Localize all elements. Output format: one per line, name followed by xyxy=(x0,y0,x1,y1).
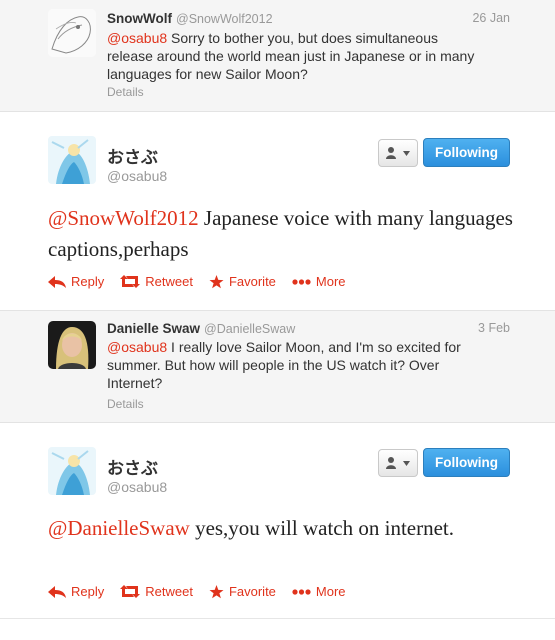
author-handle[interactable]: @SnowWolf2012 xyxy=(176,12,273,26)
user-icon xyxy=(386,457,396,469)
timestamp[interactable]: 26 Jan xyxy=(472,11,510,25)
author-handle[interactable]: @osabu8 xyxy=(107,479,167,495)
tweet-actions: Reply Retweet Favorite More xyxy=(48,274,362,289)
reply-button[interactable]: Reply xyxy=(48,584,104,599)
details-link[interactable]: Details xyxy=(107,85,144,99)
tweet-text: @osabu8 I really love Sailor Moon, and I… xyxy=(107,339,461,391)
caret-down-icon xyxy=(403,150,410,156)
retweet-icon xyxy=(120,585,141,598)
author-name[interactable]: Danielle Swaw @DanielleSwaw xyxy=(107,321,295,336)
conversation-tweet-danielleswaw[interactable]: Danielle Swaw @DanielleSwaw 3 Feb @osabu8… xyxy=(0,310,555,423)
mention-link[interactable]: @osabu8 xyxy=(107,30,167,46)
user-icon xyxy=(386,147,396,159)
conversation-tweet-snowwolf[interactable]: SnowWolf @SnowWolf2012 26 Jan @osabu8 Sor… xyxy=(0,0,555,112)
author-name[interactable]: SnowWolf @SnowWolf2012 xyxy=(107,11,273,26)
favorite-icon xyxy=(209,584,224,598)
favorite-icon xyxy=(209,274,224,288)
avatar[interactable] xyxy=(48,9,96,57)
mention-link[interactable]: @SnowWolf2012 xyxy=(48,206,199,230)
following-button[interactable]: Following xyxy=(423,138,510,167)
avatar[interactable] xyxy=(48,136,96,184)
tweet-actions: Reply Retweet Favorite More xyxy=(48,584,362,599)
more-button[interactable]: More xyxy=(292,274,346,289)
tweet-text: @DanielleSwaw yes,you will watch on inte… xyxy=(48,516,455,540)
caret-down-icon xyxy=(403,460,410,466)
mention-link[interactable]: @DanielleSwaw xyxy=(48,516,190,540)
author-name[interactable]: おさぶ xyxy=(107,454,158,479)
more-icon xyxy=(292,278,311,285)
retweet-button[interactable]: Retweet xyxy=(120,584,193,599)
tweet-text: @osabu8 Sorry to bother you, but does si… xyxy=(107,30,475,82)
retweet-button[interactable]: Retweet xyxy=(120,274,193,289)
following-button[interactable]: Following xyxy=(423,448,510,477)
mention-link[interactable]: @osabu8 xyxy=(107,339,167,355)
reply-icon xyxy=(48,275,66,288)
author-name[interactable]: おさぶ xyxy=(107,143,158,168)
favorite-button[interactable]: Favorite xyxy=(209,274,276,289)
user-actions-button[interactable] xyxy=(378,139,418,167)
details-link[interactable]: Details xyxy=(107,397,144,411)
reply-button[interactable]: Reply xyxy=(48,274,104,289)
more-button[interactable]: More xyxy=(292,584,346,599)
timestamp[interactable]: 3 Feb xyxy=(478,321,510,335)
retweet-icon xyxy=(120,275,141,288)
more-icon xyxy=(292,588,311,595)
author-handle[interactable]: @osabu8 xyxy=(107,168,167,184)
tweet-text: @SnowWolf2012 Japanese voice with many l… xyxy=(48,206,513,261)
favorite-button[interactable]: Favorite xyxy=(209,584,276,599)
reply-icon xyxy=(48,585,66,598)
divider xyxy=(0,618,555,619)
user-actions-button[interactable] xyxy=(378,449,418,477)
avatar[interactable] xyxy=(48,321,96,369)
avatar[interactable] xyxy=(48,447,96,495)
author-handle[interactable]: @DanielleSwaw xyxy=(204,322,295,336)
